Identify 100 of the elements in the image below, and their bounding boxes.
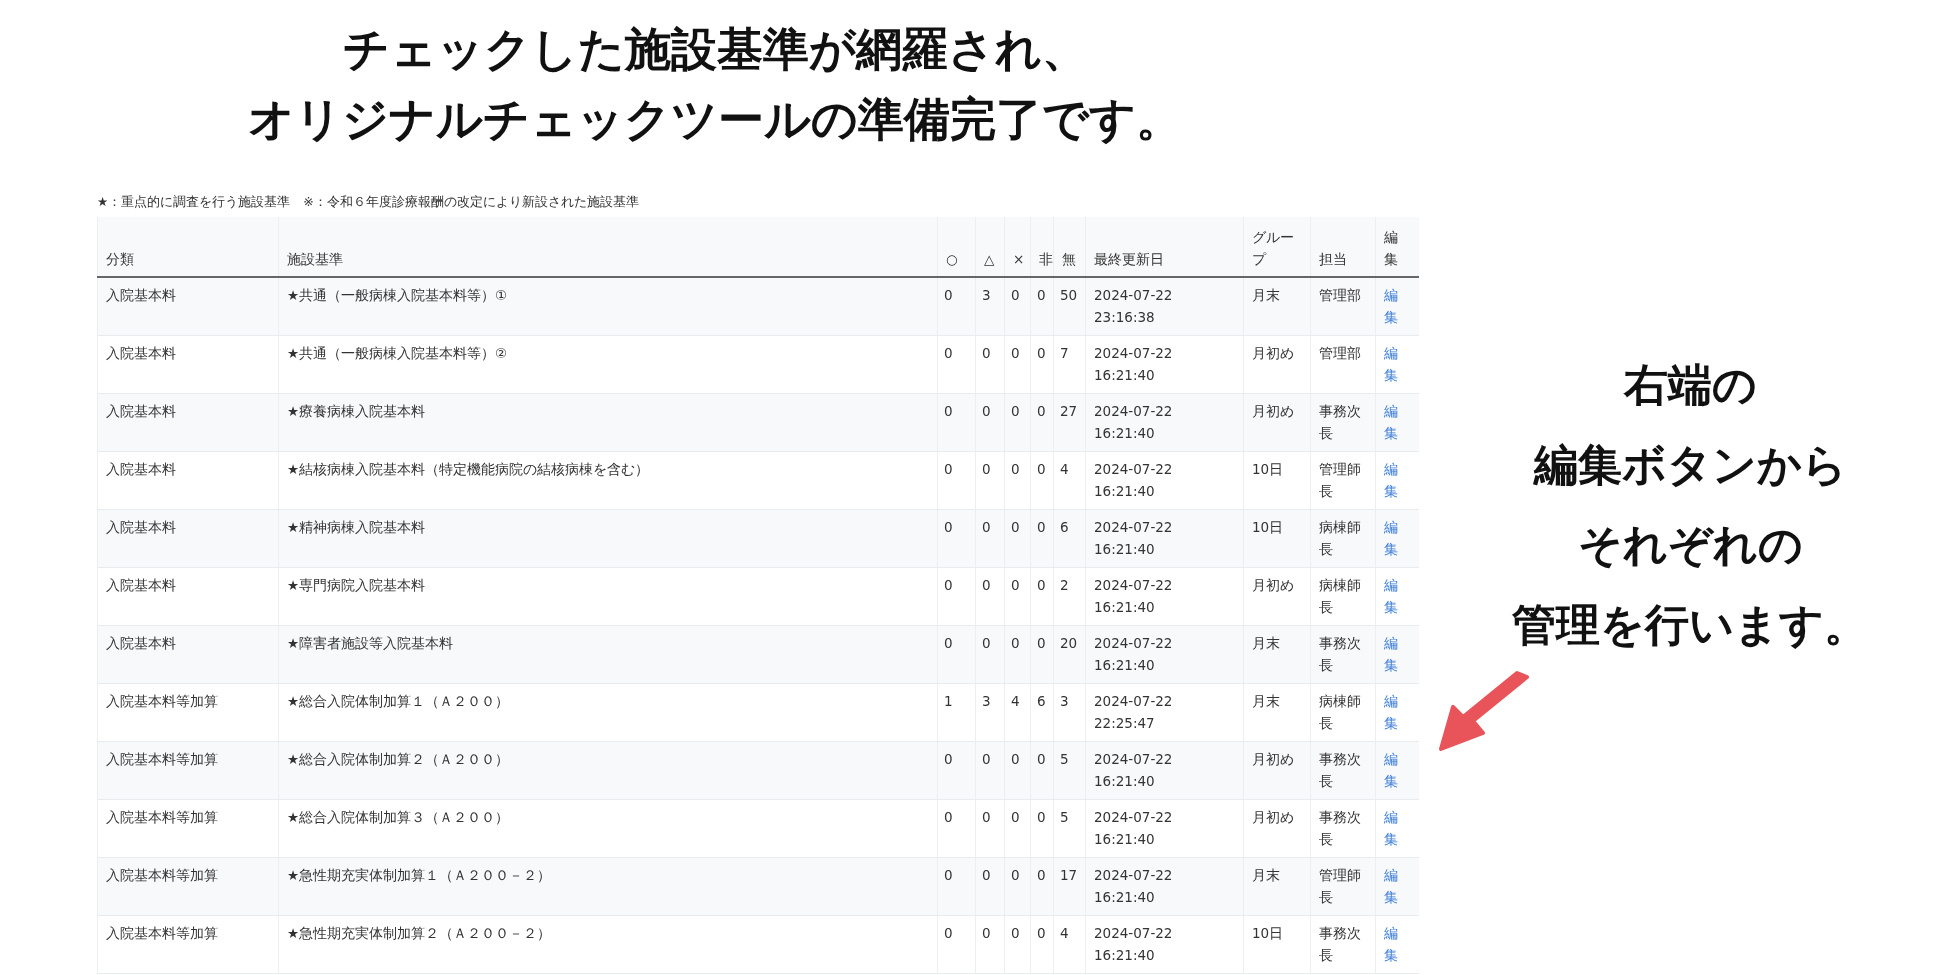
table-cell: 2 — [1053, 567, 1086, 625]
table-cell: 0 — [937, 277, 976, 335]
callout-text: それぞれの — [1577, 518, 1803, 572]
table-cell: 月末 — [1243, 277, 1311, 335]
column-header: 施設基準 — [278, 217, 938, 277]
headline-text: チェックした施設基準が網羅され、 — [342, 21, 1088, 78]
table-cell: 2024-07-22 16:21:40 — [1085, 567, 1244, 625]
table-cell: 3 — [975, 683, 1005, 741]
table-cell: 0 — [1030, 741, 1054, 799]
table-cell: 入院基本料 — [97, 625, 279, 683]
table-cell: 0 — [937, 915, 976, 973]
table-cell: 0 — [1004, 567, 1031, 625]
table-cell: 0 — [1030, 393, 1054, 451]
column-header: 最終更新日 — [1085, 217, 1244, 277]
table-cell: 0 — [1004, 277, 1031, 335]
table-cell: 0 — [975, 799, 1005, 857]
table-cell: 6 — [1053, 509, 1086, 567]
table-cell: 2024-07-22 23:16:38 — [1085, 277, 1244, 335]
table-cell: 0 — [937, 451, 976, 509]
edit-link[interactable]: 編集 — [1384, 689, 1398, 734]
table-cell: ★総合入院体制加算２（Ａ２００） — [278, 741, 938, 799]
table-cell: 月末 — [1243, 857, 1311, 915]
table-cell: 5 — [1053, 799, 1086, 857]
table-cell: 0 — [1030, 567, 1054, 625]
table-cell: 4 — [1053, 451, 1086, 509]
table-cell: ★専門病院入院基本料 — [278, 567, 938, 625]
column-header: 無 — [1053, 217, 1086, 277]
table-cell: 2024-07-22 16:21:40 — [1085, 857, 1244, 915]
table-cell: ★結核病棟入院基本料（特定機能病院の結核病棟を含む） — [278, 451, 938, 509]
table-cell: 管理師長 — [1310, 451, 1376, 509]
column-header: ○ — [937, 217, 976, 277]
table-cell: 0 — [975, 393, 1005, 451]
table-cell: 0 — [1030, 625, 1054, 683]
table-cell: 0 — [1004, 625, 1031, 683]
table-cell: 20 — [1053, 625, 1086, 683]
table-cell: 管理部 — [1310, 277, 1376, 335]
table-cell: 0 — [1004, 451, 1031, 509]
table-cell: ★急性期充実体制加算２（Ａ２００－２） — [278, 915, 938, 973]
table-cell: 0 — [975, 567, 1005, 625]
table-cell: 月初め — [1243, 335, 1311, 393]
column-header: グループ — [1243, 217, 1311, 277]
table-cell: 17 — [1053, 857, 1086, 915]
table-cell: 6 — [1030, 683, 1054, 741]
table-cell: 0 — [937, 567, 976, 625]
table-cell: 月初め — [1243, 799, 1311, 857]
table-cell: ★共通（一般病棟入院基本料等）② — [278, 335, 938, 393]
table-cell: 0 — [937, 625, 976, 683]
table-cell: 入院基本料 — [97, 567, 279, 625]
table-cell: 事務次長 — [1310, 915, 1376, 973]
table-cell: 3 — [1053, 683, 1086, 741]
table-cell: 4 — [1004, 683, 1031, 741]
table-cell: 0 — [975, 857, 1005, 915]
table-cell: 1 — [937, 683, 976, 741]
table-cell: 病棟師長 — [1310, 509, 1376, 567]
table-cell: ★共通（一般病棟入院基本料等）① — [278, 277, 938, 335]
table-cell: 入院基本料 — [97, 393, 279, 451]
column-header: 分類 — [97, 217, 279, 277]
callout-text: 管理を行います。 — [1512, 598, 1868, 652]
table-cell: 5 — [1053, 741, 1086, 799]
edit-link[interactable]: 編集 — [1384, 921, 1398, 966]
table-cell: 入院基本料 — [97, 277, 279, 335]
table-cell: 7 — [1053, 335, 1086, 393]
table-cell: 0 — [937, 335, 976, 393]
table-cell: 管理師長 — [1310, 857, 1376, 915]
table-cell: 10日 — [1243, 451, 1311, 509]
table-cell: 入院基本料 — [97, 451, 279, 509]
column-header: 担当 — [1310, 217, 1376, 277]
edit-link[interactable]: 編集 — [1384, 805, 1398, 850]
edit-link[interactable]: 編集 — [1384, 457, 1398, 502]
table-cell: 0 — [1004, 799, 1031, 857]
table-cell: 病棟師長 — [1310, 683, 1376, 741]
table-cell: 入院基本料等加算 — [97, 915, 279, 973]
column-header: × — [1004, 217, 1031, 277]
table-cell: 0 — [937, 393, 976, 451]
table-cell: 0 — [1004, 741, 1031, 799]
table-cell: 0 — [937, 741, 976, 799]
edit-link[interactable]: 編集 — [1384, 573, 1398, 618]
table-cell: 事務次長 — [1310, 799, 1376, 857]
table-cell: 月初め — [1243, 567, 1311, 625]
table-cell: 入院基本料等加算 — [97, 741, 279, 799]
edit-link[interactable]: 編集 — [1384, 341, 1398, 386]
table-cell: ★総合入院体制加算１（Ａ２００） — [278, 683, 938, 741]
table-cell: 2024-07-22 16:21:40 — [1085, 335, 1244, 393]
table-cell: 50 — [1053, 277, 1086, 335]
table-cell: 2024-07-22 16:21:40 — [1085, 393, 1244, 451]
table-cell: 入院基本料等加算 — [97, 799, 279, 857]
table-cell: 月初め — [1243, 741, 1311, 799]
table-cell: ★精神病棟入院基本料 — [278, 509, 938, 567]
table-cell: 事務次長 — [1310, 741, 1376, 799]
column-header: 非 — [1030, 217, 1054, 277]
table-cell: 0 — [975, 741, 1005, 799]
table-cell: 0 — [1004, 509, 1031, 567]
table-cell: 2024-07-22 16:21:40 — [1085, 509, 1244, 567]
table-cell: 0 — [1004, 915, 1031, 973]
table-cell: 0 — [1004, 393, 1031, 451]
table-cell: ★障害者施設等入院基本料 — [278, 625, 938, 683]
table-cell: 月末 — [1243, 683, 1311, 741]
table-cell: 3 — [975, 277, 1005, 335]
table-cell: 0 — [1030, 335, 1054, 393]
table-cell: 10日 — [1243, 509, 1311, 567]
